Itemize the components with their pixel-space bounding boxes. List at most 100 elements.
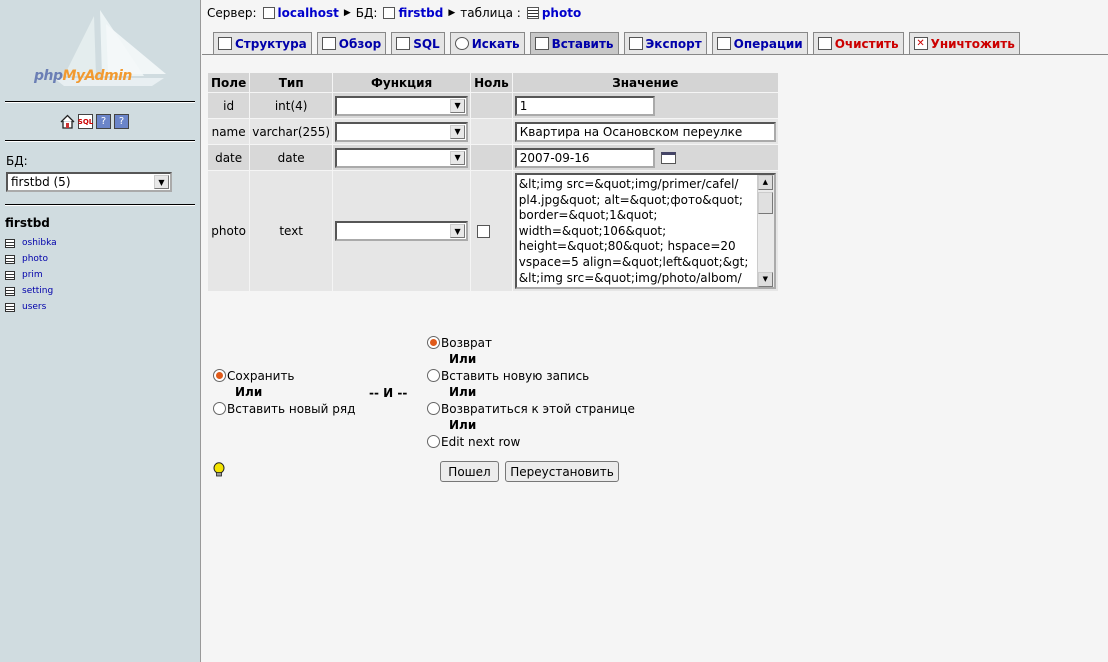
tab-browse[interactable]: Обзор <box>316 32 387 54</box>
table-link-setting[interactable]: setting <box>22 286 53 296</box>
chevron-down-icon[interactable]: ▼ <box>450 150 466 165</box>
home-icon[interactable] <box>60 114 75 129</box>
scrollbar-thumb[interactable] <box>757 192 773 214</box>
scroll-down-icon[interactable]: ▼ <box>757 272 773 287</box>
table-link-users[interactable]: users <box>22 302 46 312</box>
return-to-page-option[interactable]: Возвратиться к этой странице <box>427 402 635 416</box>
table-link-photo[interactable]: photo <box>22 254 48 264</box>
chevron-down-icon[interactable]: ▼ <box>450 98 466 113</box>
table-row: id int(4) ▼ 1 <box>208 93 778 118</box>
field-name: date <box>208 145 250 170</box>
tab-label: Уничтожить <box>930 36 1015 51</box>
database-select-value: firstbd (5) <box>11 175 71 189</box>
value-input-date[interactable]: 2007-09-16 <box>514 147 655 168</box>
tab-empty[interactable]: Очистить <box>812 32 904 54</box>
navigation-frame: phpMyAdmin SQL ? ? БД: firstbd (5) ▼ fir… <box>0 0 201 662</box>
current-database-name[interactable]: firstbd <box>5 216 50 230</box>
tab-drop[interactable]: ✕ Уничтожить <box>908 32 1020 54</box>
tab-export[interactable]: Экспорт <box>623 32 707 54</box>
table-list-item[interactable]: setting <box>5 283 57 299</box>
breadcrumb-table-link[interactable]: photo <box>542 6 581 20</box>
return-option[interactable]: Возврат <box>427 336 492 350</box>
tab-label: Вставить <box>551 36 614 51</box>
radio-edit-next-row[interactable] <box>427 435 440 448</box>
radio-return-to-page[interactable] <box>427 402 440 415</box>
chevron-down-icon[interactable]: ▼ <box>450 124 466 139</box>
field-type: varchar(255) <box>250 119 333 144</box>
insert-form-table: Поле Тип Функция Ноль Значение id int(4)… <box>207 72 779 292</box>
tab-operations[interactable]: Операции <box>711 32 808 54</box>
textarea-line: &lt;img src=&quot;img/photo/albom/ <box>518 270 742 285</box>
table-icon <box>526 7 539 19</box>
table-list-item[interactable]: photo <box>5 251 57 267</box>
function-select[interactable]: ▼ <box>335 121 469 142</box>
value-input-name[interactable]: Квартира на Осановском переулке <box>514 121 776 142</box>
table-icon[interactable] <box>5 286 15 296</box>
save-option[interactable]: Сохранить <box>213 369 295 383</box>
table-icon[interactable] <box>5 254 15 264</box>
tab-label: Операции <box>733 36 803 51</box>
function-select[interactable]: ▼ <box>335 147 469 168</box>
tab-insert[interactable]: Вставить <box>529 32 619 54</box>
table-link-oshibka[interactable]: oshibka <box>22 238 57 248</box>
insert-new-record-option[interactable]: Вставить новую запись <box>427 369 589 383</box>
go-button[interactable]: Пошел <box>440 461 499 482</box>
sql-query-icon[interactable]: SQL <box>78 114 93 129</box>
date-field-wrapper: 2007-09-16 <box>514 147 776 168</box>
logo-admin: Admin <box>84 68 133 84</box>
table-list-item[interactable]: users <box>5 299 57 315</box>
radio-save[interactable] <box>213 369 226 382</box>
field-name: id <box>208 93 250 118</box>
export-icon <box>628 37 643 50</box>
chevron-down-icon[interactable]: ▼ <box>450 224 466 238</box>
table-list-item[interactable]: prim <box>5 267 57 283</box>
help-icon[interactable]: ? <box>96 114 111 129</box>
calendar-icon[interactable] <box>660 151 676 164</box>
tab-label: Экспорт <box>645 36 702 51</box>
radio-insert-new-row[interactable] <box>213 402 226 415</box>
breadcrumb-db-link[interactable]: firstbd <box>398 6 443 20</box>
edit-next-row-label: Edit next row <box>441 435 521 449</box>
value-textarea-photo[interactable]: &lt;img src=&quot;img/primer/cafel/ pl4.… <box>514 173 776 289</box>
server-icon <box>262 7 275 19</box>
breadcrumb-arrow-icon: ▶ <box>448 8 456 18</box>
column-header-function: Функция <box>333 73 471 92</box>
field-name: photo <box>208 171 250 291</box>
insert-new-row-option[interactable]: Вставить новый ряд <box>213 402 355 416</box>
table-list-item[interactable]: oshibka <box>5 235 57 251</box>
null-checkbox[interactable] <box>477 224 491 238</box>
function-select[interactable]: ▼ <box>335 221 469 241</box>
tab-sql[interactable]: SQL <box>391 32 445 54</box>
breadcrumb-table-label: таблица : <box>460 6 521 20</box>
chevron-down-icon[interactable]: ▼ <box>154 175 169 189</box>
radio-insert-new-record[interactable] <box>427 369 440 382</box>
tab-structure[interactable]: Структура <box>213 32 312 54</box>
breadcrumb-server-link[interactable]: localhost <box>278 6 339 20</box>
table-link-prim[interactable]: prim <box>22 270 43 280</box>
field-type: text <box>250 171 333 291</box>
delete-icon: ✕ <box>913 37 928 50</box>
function-select[interactable]: ▼ <box>335 95 469 116</box>
table-row: date date ▼ 2007-09-16 <box>208 145 778 170</box>
main-frame: Сервер: localhost ▶ БД: firstbd ▶ таблиц… <box>202 0 1108 662</box>
sidebar-divider <box>5 140 195 142</box>
value-input-id[interactable]: 1 <box>514 95 655 116</box>
sidebar-divider <box>5 204 195 206</box>
database-select[interactable]: firstbd (5) ▼ <box>6 172 172 192</box>
phpmyadmin-logo[interactable]: phpMyAdmin <box>34 68 132 84</box>
reset-button[interactable]: Переустановить <box>505 461 619 482</box>
sql-icon <box>396 37 411 50</box>
scroll-up-icon[interactable]: ▲ <box>757 175 773 190</box>
sidebar-icon-bar: SQL ? ? <box>60 114 129 129</box>
textarea-scrollbar[interactable]: ▲ ▼ <box>756 175 774 287</box>
return-to-page-label: Возвратиться к этой странице <box>441 402 635 416</box>
table-icon[interactable] <box>5 270 15 280</box>
lightbulb-tip-icon <box>213 462 225 477</box>
tab-search[interactable]: Искать <box>449 32 525 54</box>
docs-icon[interactable]: ? <box>114 114 129 129</box>
table-icon[interactable] <box>5 238 15 248</box>
edit-next-row-option[interactable]: Edit next row <box>427 435 520 449</box>
table-icon[interactable] <box>5 302 15 312</box>
field-name: name <box>208 119 250 144</box>
radio-return[interactable] <box>427 336 440 349</box>
